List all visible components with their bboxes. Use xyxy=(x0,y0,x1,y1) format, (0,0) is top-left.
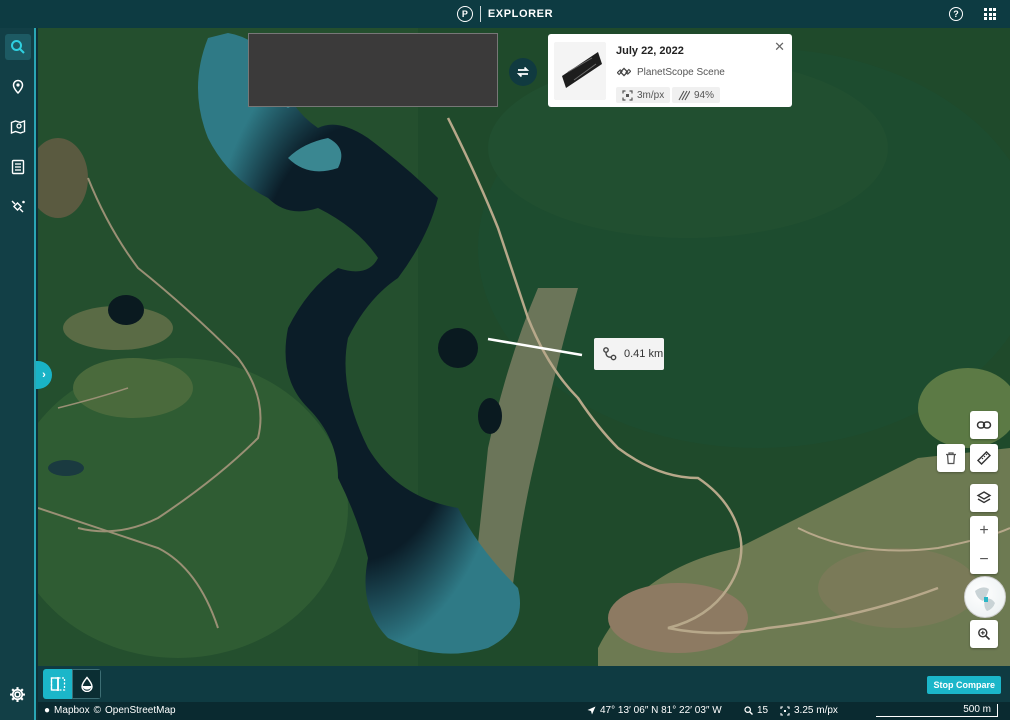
zoom-to-area-button[interactable] xyxy=(970,620,998,648)
swap-scenes-button[interactable] xyxy=(509,58,537,86)
copyright-icon: © xyxy=(93,705,101,716)
resolution-icon xyxy=(622,89,633,101)
zoom-out-button[interactable]: − xyxy=(970,545,998,574)
split-view-icon xyxy=(50,677,65,691)
globe-minimap[interactable] xyxy=(964,576,1006,618)
sidebar-item-imagery[interactable] xyxy=(5,114,31,140)
coverage-hatch-icon xyxy=(678,90,690,100)
swap-arrows-icon xyxy=(516,66,530,78)
mapbox-logo-icon: ● xyxy=(44,705,51,716)
layers-icon xyxy=(976,491,992,504)
sidebar-item-search[interactable] xyxy=(5,34,31,60)
trash-icon xyxy=(946,452,956,465)
scale-bar: 500 m xyxy=(876,704,998,717)
location-arrow-icon xyxy=(587,706,596,715)
compare-scene-panel xyxy=(248,33,498,107)
coordinates-value: 47° 13′ 06″ N 81° 22′ 03″ W xyxy=(600,705,722,716)
delete-measurement-button[interactable] xyxy=(937,444,965,472)
link-icon xyxy=(976,421,992,429)
map-attribution: ● Mapbox © OpenStreetMap xyxy=(44,705,176,716)
scene-date: July 22, 2022 xyxy=(616,45,684,57)
resolution-value: 3.25 m/px xyxy=(794,705,838,716)
satellite-map[interactable] xyxy=(38,28,1010,666)
zoom-search-icon xyxy=(978,628,991,641)
scene-resolution-value: 3m/px xyxy=(637,89,665,101)
map-imagery xyxy=(38,28,1010,666)
scene-coverage: 94% xyxy=(672,87,721,103)
map-resolution: 3.25 m/px xyxy=(780,705,838,716)
left-sidebar xyxy=(0,28,36,720)
compare-toolbar: Stop Compare xyxy=(38,666,1010,702)
settings-button[interactable] xyxy=(9,686,26,708)
globe-icon xyxy=(975,587,995,611)
scene-thumbnail xyxy=(554,42,606,100)
zoom-in-button[interactable]: + xyxy=(970,516,998,545)
scene-type-label: PlanetScope Scene xyxy=(637,66,725,78)
sidebar-item-orders[interactable] xyxy=(5,154,31,180)
zoom-controls: + − xyxy=(970,516,998,574)
app-brand[interactable]: P EXPLORER xyxy=(456,6,554,22)
map-image-icon xyxy=(10,119,26,135)
scene-info-card[interactable]: July 22, 2022 ✕ PlanetScope Scene 3m/px … xyxy=(548,34,792,107)
sidebar-item-places[interactable] xyxy=(5,74,31,100)
top-bar: P EXPLORER ? xyxy=(0,0,1010,28)
layers-button[interactable] xyxy=(970,484,998,512)
split-view-button[interactable] xyxy=(43,669,72,699)
satellite-task-icon xyxy=(11,200,25,213)
cursor-coordinates: 47° 13′ 06″ N 81° 22′ 03″ W xyxy=(587,705,722,716)
gear-icon xyxy=(10,687,25,702)
measurement-label: 0.41 km xyxy=(594,338,664,370)
map-pin-icon xyxy=(12,79,24,95)
opacity-drop-icon xyxy=(80,676,93,692)
scene-type: PlanetScope Scene xyxy=(617,65,725,79)
share-link-button[interactable] xyxy=(970,411,998,439)
scene-resolution: 3m/px xyxy=(616,87,671,103)
app-title: EXPLORER xyxy=(487,8,554,20)
measure-tool-button[interactable] xyxy=(970,444,998,472)
zoom-level-value: 15 xyxy=(757,705,769,716)
magnifier-icon xyxy=(744,706,753,715)
satellite-icon xyxy=(617,67,631,77)
close-icon[interactable]: ✕ xyxy=(774,39,785,55)
compare-mode-toggle xyxy=(43,669,101,699)
search-icon xyxy=(11,40,25,54)
measurement-distance: 0.41 km xyxy=(624,348,664,360)
chevron-right-icon: › xyxy=(42,369,46,381)
apps-grid-icon[interactable] xyxy=(984,8,996,20)
attribution-osm[interactable]: OpenStreetMap xyxy=(105,705,176,716)
list-document-icon xyxy=(11,159,25,175)
resolution-icon xyxy=(780,705,790,716)
attribution-mapbox[interactable]: Mapbox xyxy=(54,705,90,716)
scene-coverage-value: 94% xyxy=(694,89,715,101)
ruler-icon xyxy=(976,450,992,466)
stop-compare-button[interactable]: Stop Compare xyxy=(927,676,1001,694)
sidebar-item-tasking[interactable] xyxy=(5,194,31,220)
zoom-level: 15 xyxy=(744,705,768,716)
distance-ruler-icon xyxy=(603,347,617,361)
opacity-view-button[interactable] xyxy=(72,669,101,699)
status-bar: ● Mapbox © OpenStreetMap 47° 13′ 06″ N 8… xyxy=(38,702,1010,720)
help-icon[interactable]: ? xyxy=(949,7,963,21)
planet-logo-icon: P xyxy=(456,6,473,22)
brand-divider xyxy=(479,6,481,22)
